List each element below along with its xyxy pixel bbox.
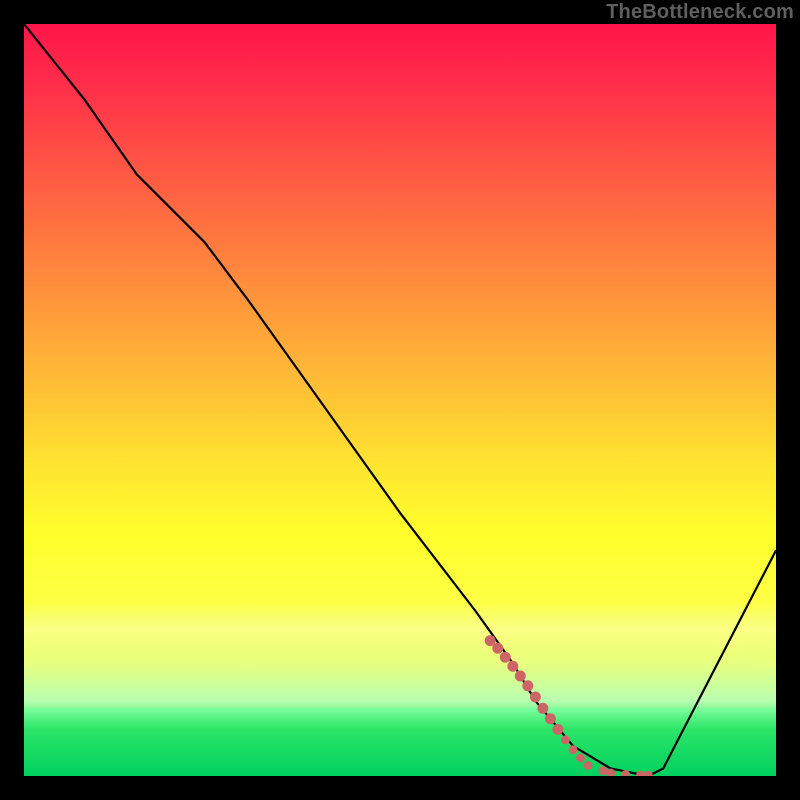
highlight-marker <box>552 724 563 735</box>
highlight-marker <box>522 680 533 691</box>
highlight-marker <box>492 643 503 654</box>
highlight-marker <box>599 766 608 775</box>
highlight-marker <box>515 671 526 682</box>
highlight-markers <box>485 635 653 776</box>
highlight-marker <box>561 735 570 744</box>
highlight-marker <box>507 661 518 672</box>
highlight-marker <box>584 761 593 770</box>
highlight-marker <box>530 692 541 703</box>
watermark-text: TheBottleneck.com <box>606 1 794 24</box>
chart-overlay-svg <box>24 24 776 776</box>
highlight-marker <box>545 713 556 724</box>
highlight-marker <box>576 754 585 763</box>
bottleneck-curve <box>24 24 776 776</box>
highlight-marker <box>569 745 578 754</box>
highlight-marker <box>644 771 653 776</box>
highlight-marker <box>500 652 511 663</box>
highlight-marker <box>537 703 548 714</box>
